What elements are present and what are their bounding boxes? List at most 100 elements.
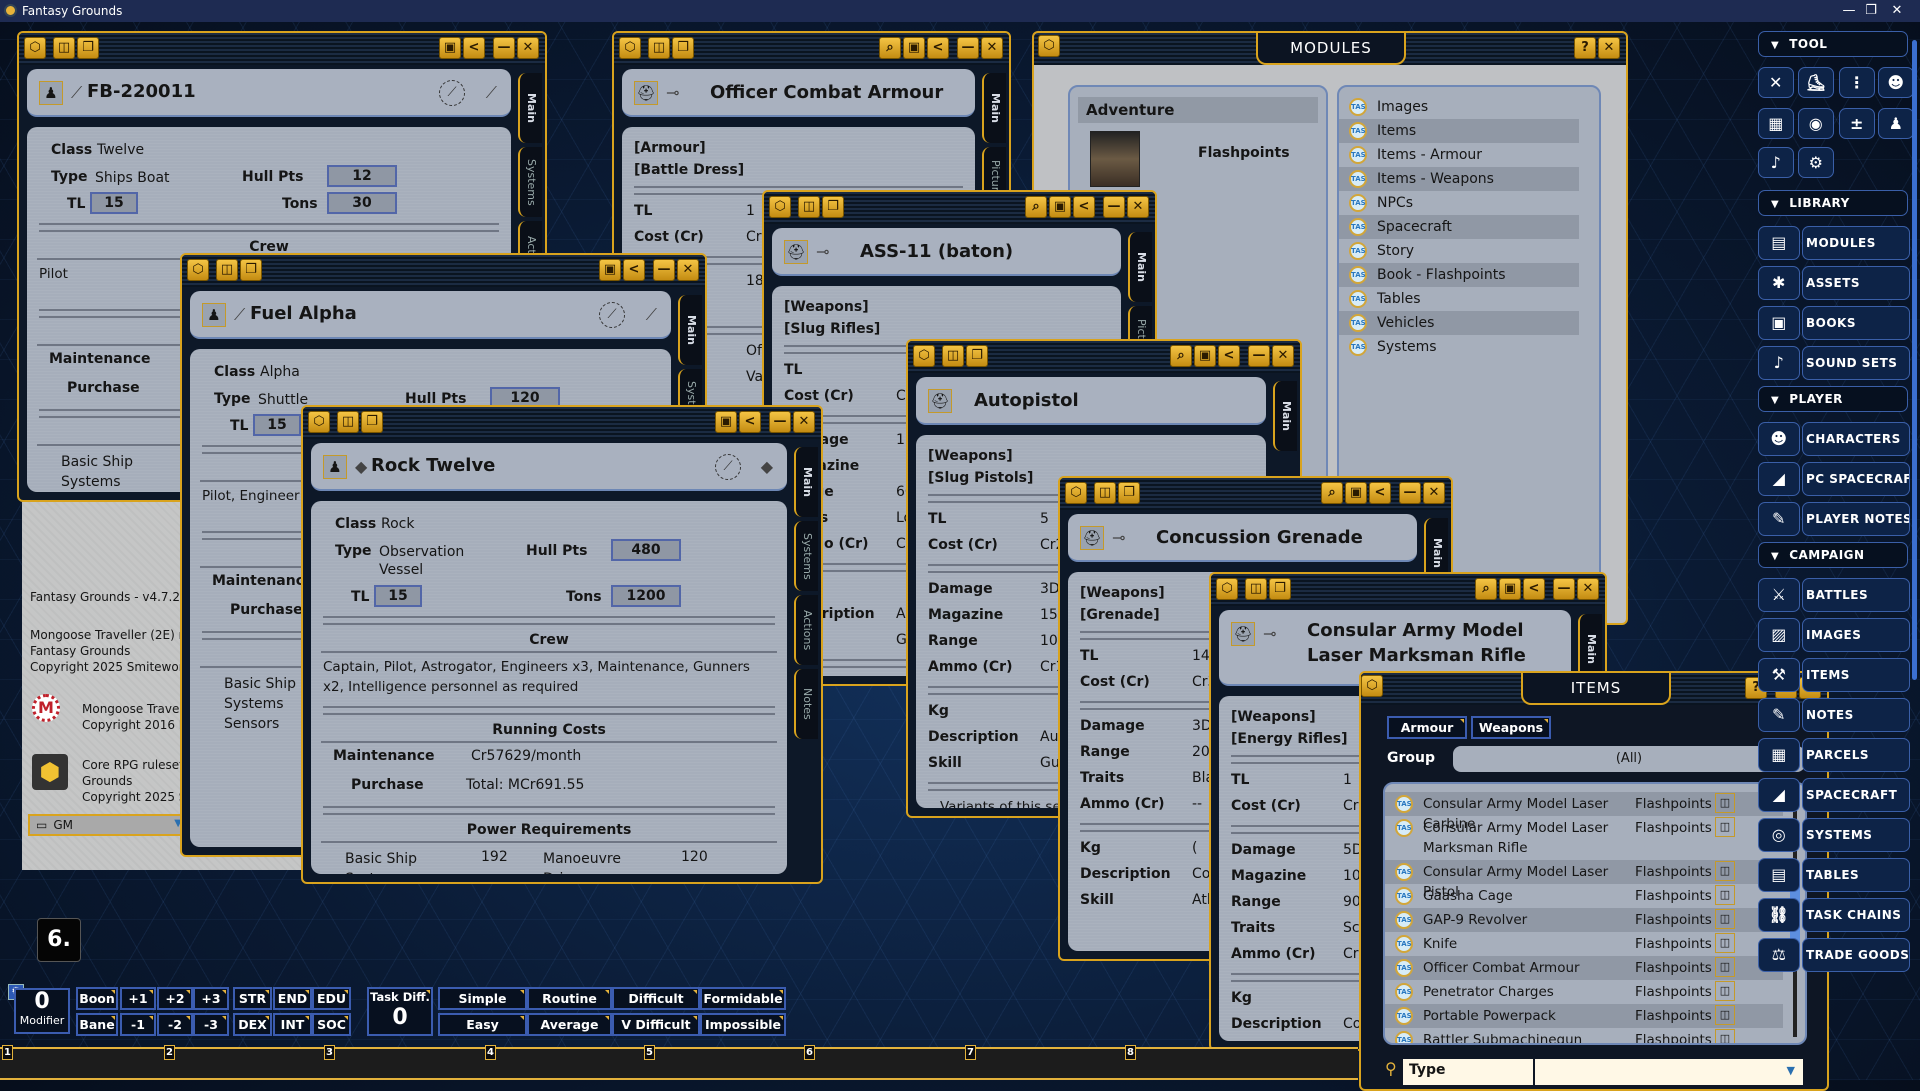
stat-value[interactable]: Cr <box>1343 798 1359 814</box>
title-bar[interactable]: ⬡◫❐✕—<▣⌕ <box>1211 574 1605 606</box>
stat-value[interactable]: Gu <box>1040 755 1060 771</box>
minimize-button[interactable]: — <box>1553 578 1575 600</box>
copy-button[interactable]: ❐ <box>1118 482 1140 504</box>
open-book-icon[interactable]: ◫ <box>1715 981 1735 1001</box>
tab-weapons[interactable]: Weapons <box>1471 716 1551 739</box>
bane-button[interactable]: Bane <box>76 1013 118 1036</box>
title-bar[interactable]: ⬡◫❐✕—<▣⌕ <box>764 192 1155 224</box>
effects-icon[interactable]: ☻ <box>1878 67 1914 98</box>
book-button[interactable]: ◫ <box>216 259 238 281</box>
sidebar-item-assets-icon[interactable]: ✱ <box>1758 266 1800 300</box>
type-value[interactable]: Ships Boat <box>95 169 195 187</box>
sidebar-item-task-chains-icon[interactable]: ⛓ <box>1758 898 1800 932</box>
sidebar-item-parcels[interactable]: PARCELS <box>1802 738 1910 772</box>
sidebar-item-battles-icon[interactable]: ⚔ <box>1758 578 1800 612</box>
close-button[interactable]: ✕ <box>1127 196 1149 218</box>
players-icon[interactable]: ♟ <box>1878 108 1914 139</box>
hex-button[interactable]: ⬡ <box>1038 35 1060 57</box>
close-button[interactable]: ✕ <box>517 37 539 59</box>
sidebar-item-characters-icon[interactable]: ☻ <box>1758 422 1800 456</box>
boon-button[interactable]: +3 <box>193 987 229 1010</box>
tab-main[interactable]: Main <box>982 73 1006 143</box>
title-bar[interactable]: ⬡◫❐✕—<▣ <box>182 255 705 287</box>
token-icon[interactable]: ⟋ <box>439 80 465 106</box>
sidebar-item-sound-sets[interactable]: SOUND SETS <box>1802 346 1910 380</box>
boon-button[interactable]: +1 <box>120 987 156 1010</box>
group-dropdown[interactable]: (All)▼ <box>1453 746 1805 772</box>
id-lock-icon[interactable]: ♟ <box>39 81 63 105</box>
tab-armour[interactable]: Armour <box>1387 716 1467 739</box>
sidebar-section-header[interactable]: ▼LIBRARY <box>1758 190 1908 216</box>
tab-main[interactable]: Main <box>678 295 702 365</box>
difficulty-impossible-button[interactable]: Impossible <box>700 1013 786 1036</box>
stat-value[interactable]: Sc <box>1343 920 1360 936</box>
share-button[interactable]: < <box>623 259 645 281</box>
task-difficulty-box[interactable]: Task Diff.0 <box>367 987 433 1036</box>
sidebar-item-spacecraft-icon[interactable]: ◢ <box>1758 778 1800 812</box>
stat-value[interactable]: 1 <box>1343 772 1352 788</box>
module-list-item[interactable]: TASStory <box>1339 239 1579 263</box>
sidebar-item-player-notes-icon[interactable]: ✎ <box>1758 502 1800 536</box>
hotbar-slot-number[interactable]: 1 <box>2 1045 13 1060</box>
hex-button[interactable]: ⬡ <box>24 37 46 59</box>
minimize-button[interactable]: — <box>957 37 979 59</box>
difficulty-simple-button[interactable]: Simple <box>438 987 527 1010</box>
stat-value[interactable]: Au <box>1040 729 1058 745</box>
book-button[interactable]: ◫ <box>337 411 359 433</box>
minimize-button[interactable]: — <box>1399 482 1421 504</box>
sidebar-item-trade-goods-icon[interactable]: ⚖ <box>1758 938 1800 972</box>
share-button[interactable]: < <box>1369 482 1391 504</box>
copy-button[interactable]: ❐ <box>1269 578 1291 600</box>
stat-dex-button[interactable]: DEX <box>233 1013 272 1036</box>
hotbar-slot-number[interactable]: 3 <box>324 1045 335 1060</box>
item-list-row[interactable]: TASPortable PowerpackFlashpoints◫ <box>1385 1004 1783 1028</box>
module-list-item[interactable]: TASNPCs <box>1339 191 1579 215</box>
stat-value[interactable]: ( <box>1192 840 1197 856</box>
module-list-item[interactable]: TASImages <box>1339 95 1579 119</box>
stat-value[interactable]: 5 <box>1040 511 1049 527</box>
sidebar-item-items[interactable]: ITEMS <box>1802 658 1910 692</box>
stat-value[interactable]: Co <box>1192 866 1210 882</box>
hex-button[interactable]: ⬡ <box>769 196 791 218</box>
open-book-icon[interactable]: ◫ <box>1715 1005 1735 1025</box>
lighting-icon[interactable]: ◉ <box>1798 108 1834 139</box>
difficulty-routine-button[interactable]: Routine <box>527 987 612 1010</box>
module-thumbnail[interactable] <box>1090 131 1140 187</box>
share-button[interactable]: < <box>1218 345 1240 367</box>
open-book-icon[interactable]: ◫ <box>1715 957 1735 977</box>
item-type-icon[interactable]: ⛑ <box>784 240 808 264</box>
sidebar-item-modules-icon[interactable]: ▤ <box>1758 226 1800 260</box>
stat-edu-button[interactable]: EDU <box>312 987 351 1010</box>
difficulty-difficult-button[interactable]: Difficult <box>612 987 700 1010</box>
type-value[interactable]: Observation Vessel <box>379 543 479 579</box>
tab-actions[interactable]: Actions <box>794 595 818 665</box>
hotbar-slot-number[interactable]: 4 <box>485 1045 496 1060</box>
class-value[interactable]: Twelve <box>97 142 144 158</box>
sidebar-item-tables-icon[interactable]: ▤ <box>1758 858 1800 892</box>
sidebar-item-pc-spacecraft-icon[interactable]: ◢ <box>1758 462 1800 496</box>
share-button[interactable]: < <box>1523 578 1545 600</box>
module-list-item[interactable]: TASItems - Weapons <box>1339 167 1579 191</box>
close-button[interactable]: ✕ <box>981 37 1003 59</box>
tl-field[interactable]: 15 <box>253 414 301 436</box>
type-filter-dropdown[interactable]: ▼ <box>1535 1059 1803 1085</box>
sidebar-item-books-icon[interactable]: ▣ <box>1758 306 1800 340</box>
tab-notes[interactable]: Notes <box>794 669 818 739</box>
book-button[interactable]: ◫ <box>1245 578 1267 600</box>
lock-button[interactable]: ▣ <box>599 259 621 281</box>
close-button[interactable]: ✕ <box>793 411 815 433</box>
item-type-icon[interactable]: ⛑ <box>1231 622 1255 646</box>
book-button[interactable]: ◫ <box>942 345 964 367</box>
stat-value[interactable]: Cr <box>746 229 762 245</box>
copy-button[interactable]: ❐ <box>361 411 383 433</box>
stat-soc-button[interactable]: SOC <box>312 1013 351 1036</box>
stat-value[interactable]: -- <box>1192 796 1202 812</box>
book-button[interactable]: ◫ <box>798 196 820 218</box>
close-button[interactable]: ✕ <box>1598 37 1620 59</box>
lock-button[interactable]: ▣ <box>1499 578 1521 600</box>
hex-button[interactable]: ⬡ <box>1216 578 1238 600</box>
hotbar-slot-number[interactable]: 6 <box>804 1045 815 1060</box>
minimize-button[interactable]: — <box>493 37 515 59</box>
id-lock-icon[interactable]: ♟ <box>202 303 226 327</box>
sidebar-item-trade-goods[interactable]: TRADE GOODS <box>1802 938 1910 972</box>
